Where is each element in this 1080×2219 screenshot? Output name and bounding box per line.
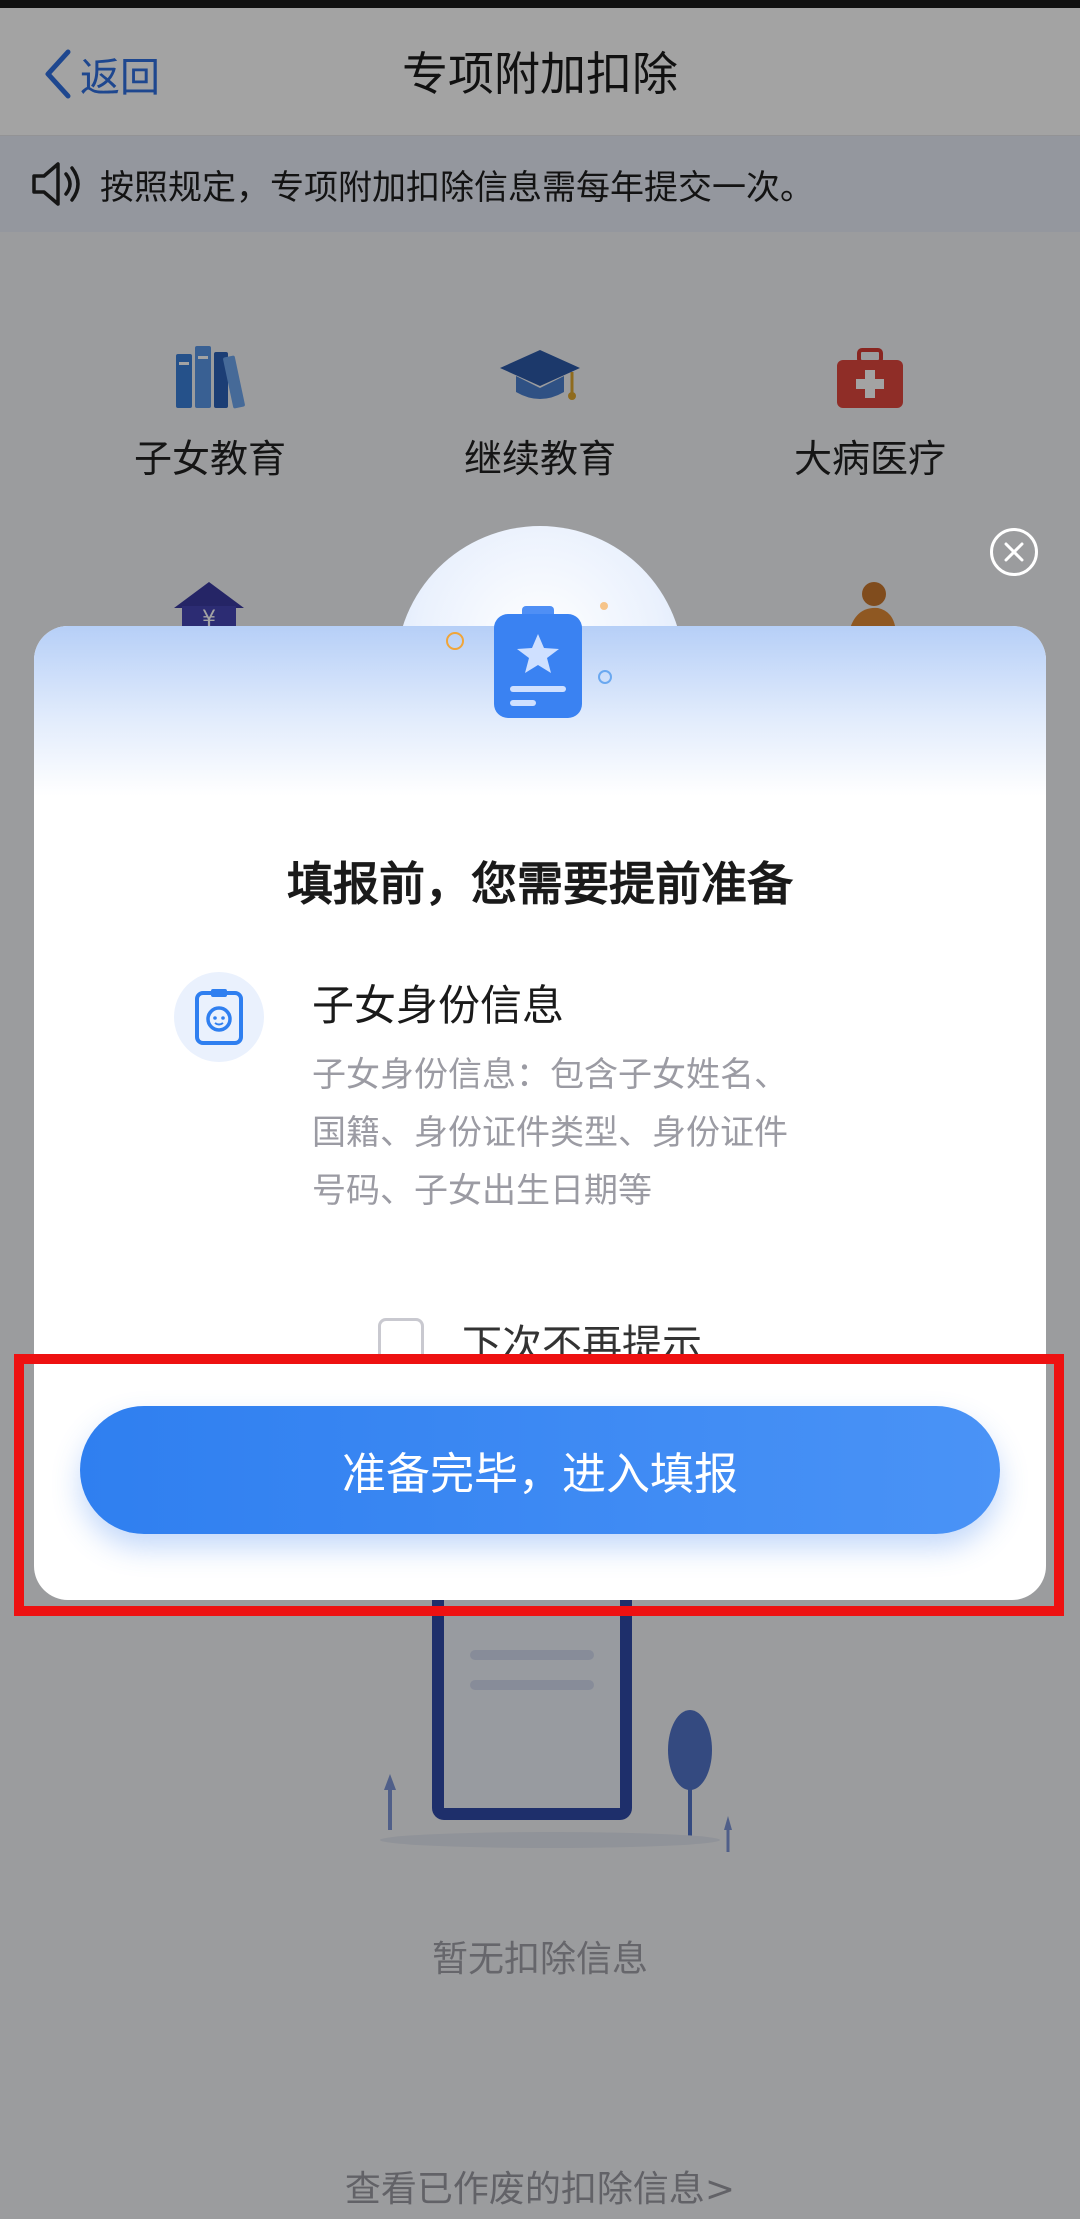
close-icon [1004, 542, 1024, 562]
decor-dot [600, 602, 608, 610]
requirement-desc-line: 号码、子女出生日期等 [312, 1171, 652, 1211]
requirement-desc-line: 子女身份信息：包含子女姓名、 [312, 1055, 788, 1095]
clipboard-star-icon [494, 606, 582, 718]
requirement-desc-line: 国籍、身份证件类型、身份证件 [312, 1113, 788, 1153]
child-id-icon [195, 989, 243, 1045]
dialog-title: 填报前，您需要提前准备 [287, 857, 793, 911]
requirement-title: 子女身份信息 [312, 981, 565, 1030]
requirement-description: 子女身份信息：包含子女姓名、 国籍、身份证件类型、身份证件 号码、子女出生日期等 [312, 1046, 872, 1220]
decor-dot [598, 670, 612, 684]
child-id-icon-wrap [174, 972, 264, 1062]
highlight-annotation [14, 1354, 1064, 1616]
decor-dot [446, 632, 464, 650]
close-dialog-button[interactable] [990, 528, 1038, 576]
